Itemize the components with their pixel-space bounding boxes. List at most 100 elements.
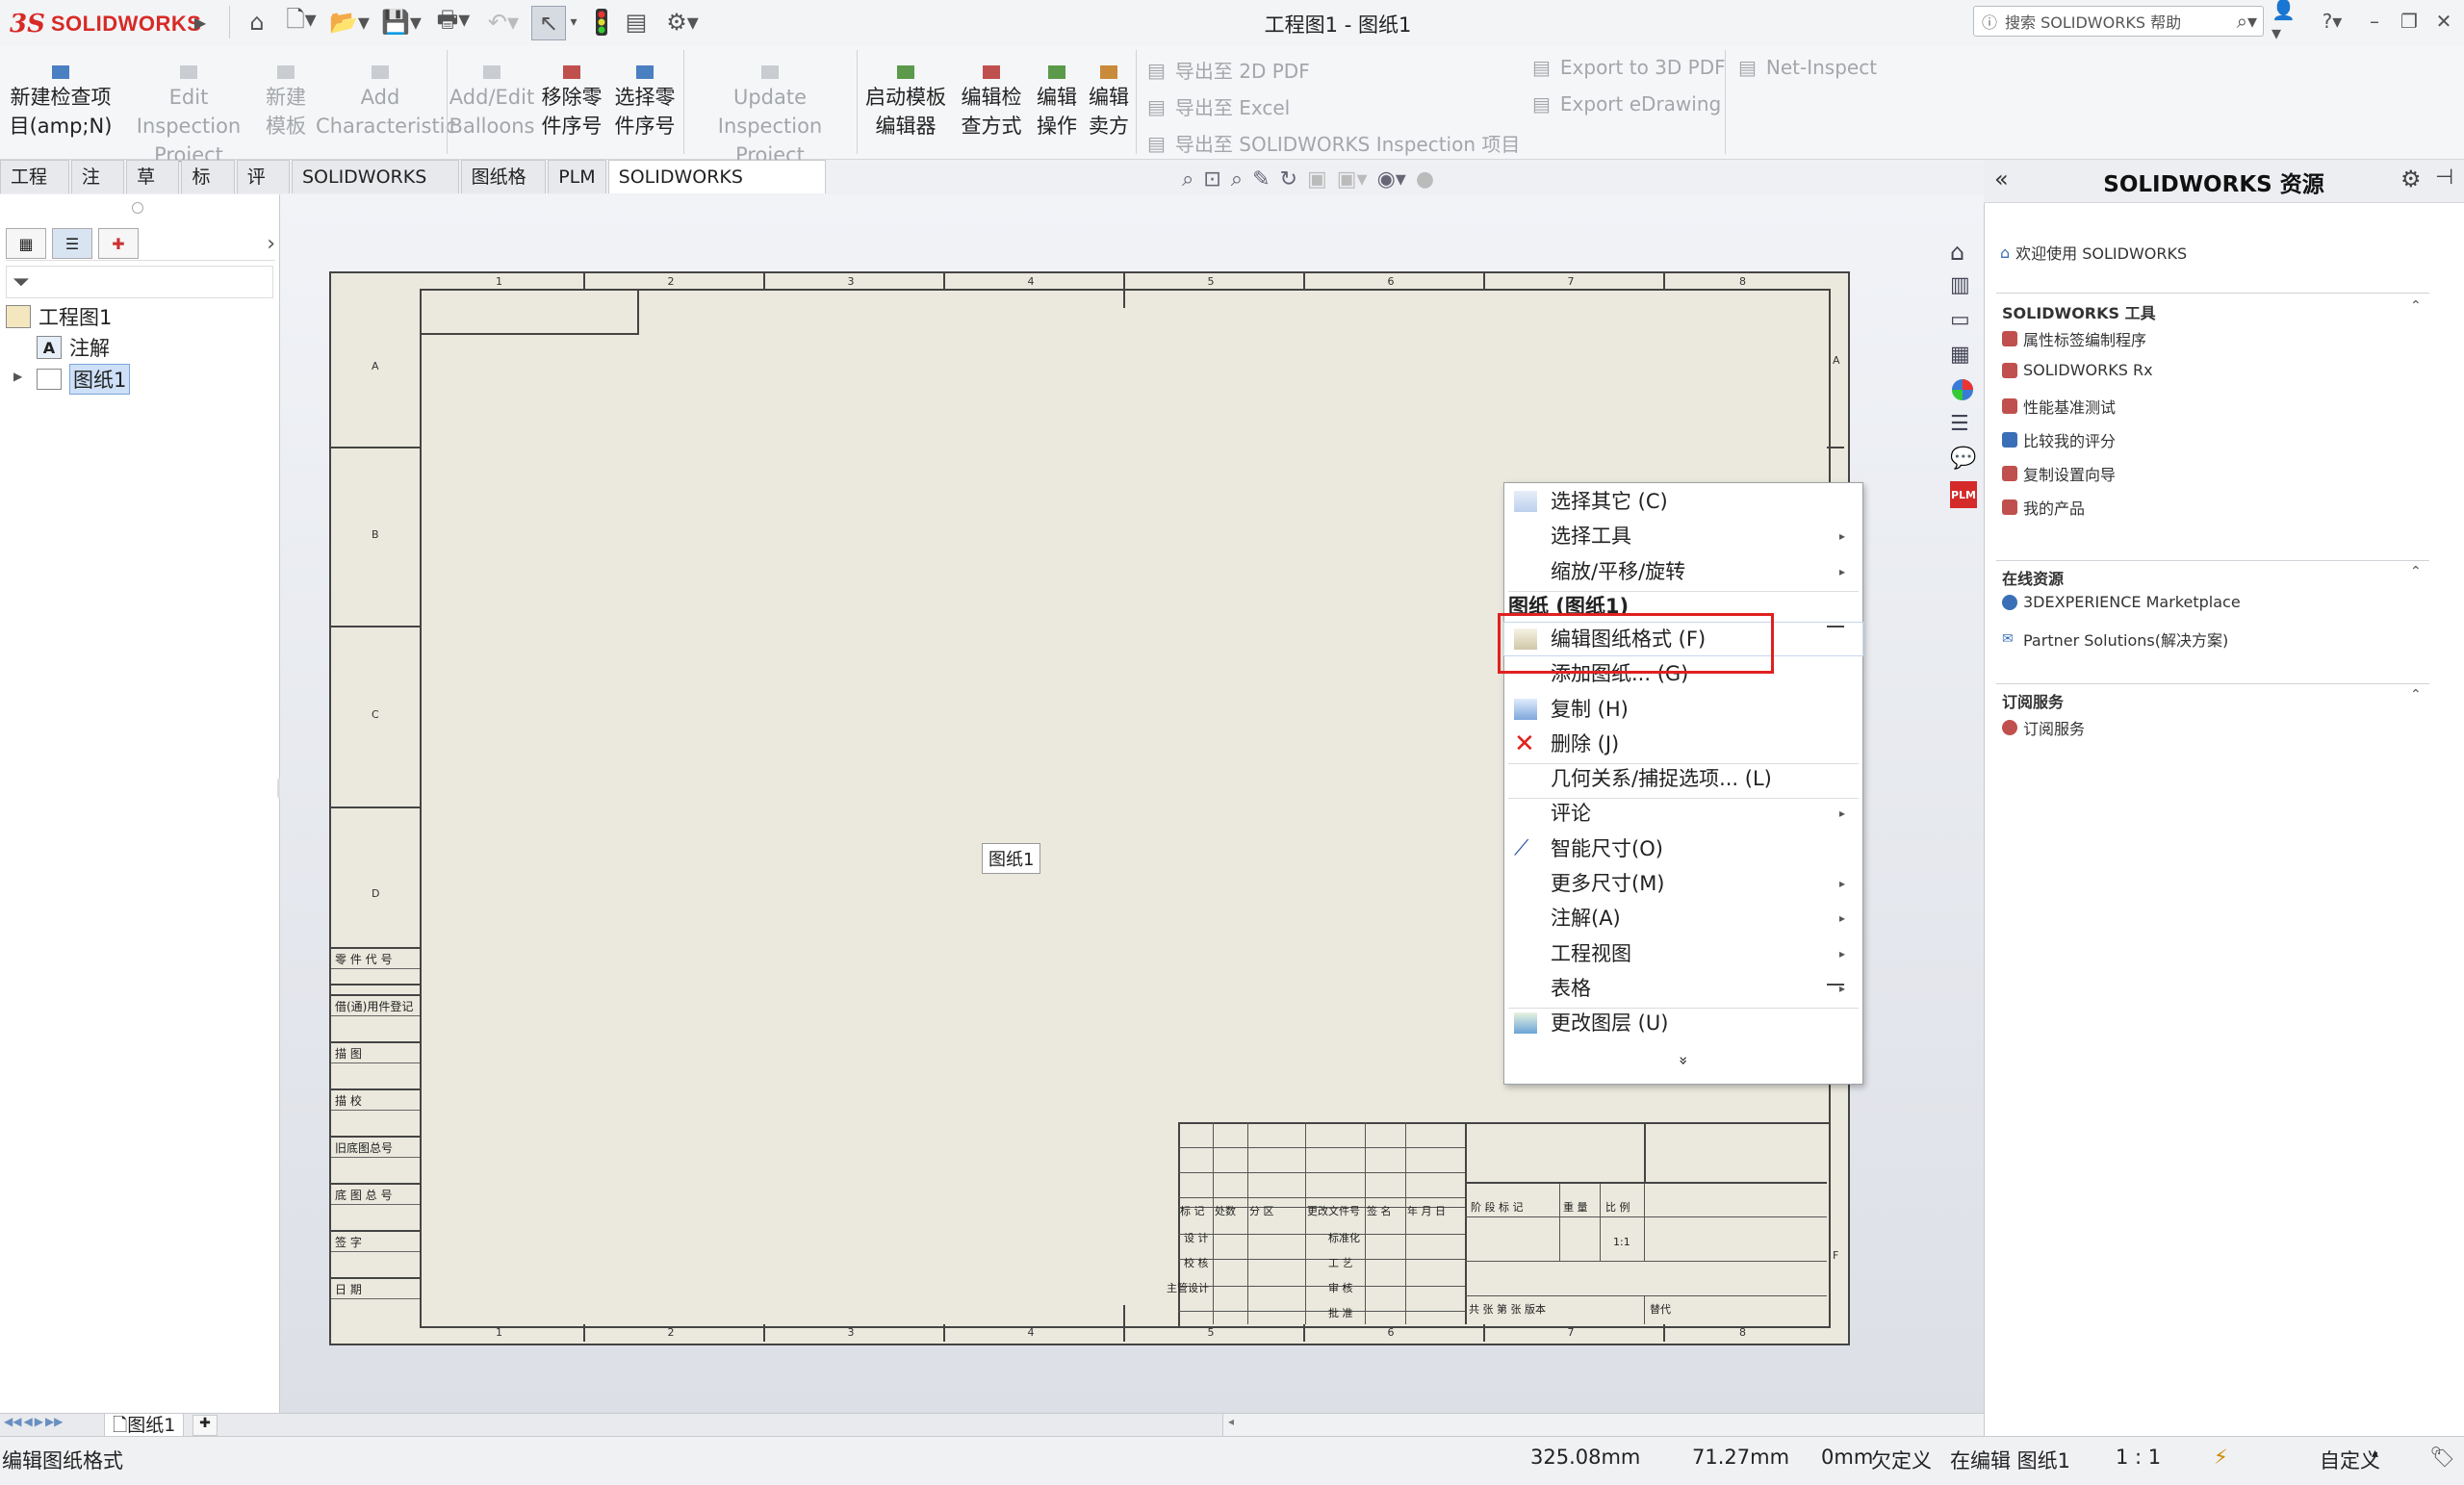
show-more-chevron-icon[interactable]: » — [1667, 1044, 1700, 1077]
welcome-link[interactable]: ⌂ 欢迎使用 SOLIDWORKS — [2000, 241, 2187, 264]
update-inspection-project-button[interactable]: Update Inspection Project — [685, 65, 855, 169]
select-arrow-icon[interactable]: ↖ — [531, 6, 566, 40]
new-inspection-project-button[interactable]: 新建检查项 目(amp;N) — [4, 65, 117, 141]
new-document-icon[interactable]: 🗋▾ — [279, 6, 323, 38]
resource-tool-link[interactable]: 复制设置向导 — [2002, 462, 2116, 485]
prev-sheet-icon[interactable]: ◀ — [23, 1415, 32, 1428]
menu-item[interactable]: 注解(A) ▸ — [1504, 902, 1862, 935]
sheet-tab-sheet1[interactable]: 🗋图纸1 — [104, 1413, 185, 1438]
export-edrawing-button[interactable]: ▤ Export eDrawing — [1532, 92, 1721, 115]
file-properties-icon[interactable]: ▤ — [622, 6, 651, 38]
export-excel-button[interactable]: ▤ 导出至 Excel — [1147, 92, 1290, 120]
pin-icon[interactable]: ⊣ — [2435, 166, 2453, 190]
settings-gear-icon[interactable]: ⚙ — [2400, 166, 2422, 192]
tab-evaluate[interactable]: 评估 — [236, 160, 290, 220]
section-view-icon[interactable]: ✎ — [1252, 167, 1270, 196]
tree-expand-arrow-icon[interactable]: ▶ — [13, 370, 22, 383]
minimize-icon[interactable]: – — [2358, 6, 2391, 37]
resource-tool-link[interactable]: SOLIDWORKS Rx — [2002, 361, 2153, 379]
edit-inspection-method-button[interactable]: 编辑检 查方式 — [953, 65, 1030, 141]
menu-expand-arrow-icon[interactable]: ▶ — [191, 6, 210, 38]
menu-item[interactable]: 缩放/平移/旋转 ▸ — [1504, 555, 1862, 588]
design-library-icon[interactable]: ▥ — [1950, 273, 1977, 300]
menu-item[interactable]: 工程视图 ▸ — [1504, 937, 1862, 970]
tag-icon[interactable]: 🏷 — [2429, 1446, 2455, 1470]
edit-operation-button[interactable]: 编辑 操作 — [1032, 65, 1082, 141]
menu-item[interactable]: 选择工具 ▸ — [1504, 520, 1862, 552]
property-manager-tab-icon[interactable]: ☰ — [52, 228, 92, 259]
resource-link-marketplace[interactable]: 3DEXPERIENCE Marketplace — [2002, 593, 2241, 611]
collapse-chevron-up-icon[interactable]: ⌃ — [2410, 298, 2422, 314]
help-icon[interactable]: ?▾ — [2312, 6, 2352, 37]
zoom-to-fit-icon[interactable]: ⌕ — [1182, 167, 1194, 196]
new-template-button[interactable]: 新建 模板 — [260, 65, 312, 141]
next-sheet-icon[interactable]: ▶ — [35, 1415, 43, 1428]
tree-item-annotations[interactable]: A 注解 — [37, 333, 110, 362]
template-editor-button[interactable]: 启动模板 编辑器 — [860, 65, 951, 141]
home-icon[interactable]: ⌂ — [241, 6, 273, 38]
tab-annotation[interactable]: 注解 — [70, 160, 125, 220]
file-explorer-icon[interactable]: ▭ — [1950, 308, 1977, 335]
tree-filter-box[interactable]: ⏷ — [6, 266, 273, 298]
add-edit-balloons-button[interactable]: Add/Edit Balloons — [449, 65, 535, 141]
feature-tree-tab-icon[interactable]: ▦ — [6, 228, 46, 259]
collapse-pane-icon[interactable]: « — [1994, 166, 2009, 192]
print-icon[interactable]: 🖶▾ — [429, 6, 477, 38]
plm-icon[interactable]: PLM — [1950, 481, 1977, 508]
save-icon[interactable]: 💾▾ — [377, 6, 425, 38]
tab-plm[interactable]: PLM — [548, 160, 606, 193]
remove-part-number-button[interactable]: 移除零 件序号 — [535, 65, 608, 141]
export-3d-pdf-button[interactable]: ▤ Export to 3D PDF — [1532, 56, 1726, 79]
collapse-chevron-up-icon[interactable]: ⌃ — [2410, 687, 2422, 703]
resource-link-subscription[interactable]: 订阅服务 — [2002, 716, 2085, 739]
tree-item-root[interactable]: 工程图1 — [6, 302, 112, 331]
undo-icon[interactable]: ↶▾ — [481, 6, 526, 38]
solidworks-logo[interactable]: 3S SOLIDWORKS — [10, 8, 201, 40]
edit-inspection-project-button[interactable]: Edit Inspection Project — [119, 65, 258, 169]
tab-sheet-format[interactable]: 图纸格式 — [460, 160, 547, 220]
home-icon[interactable]: ⌂ — [1950, 239, 1977, 266]
open-folder-icon[interactable]: 📂▾ — [325, 6, 373, 38]
select-part-number-button[interactable]: 选择零 件序号 — [608, 65, 681, 141]
user-account-icon[interactable]: 👤▾ — [2272, 0, 2304, 44]
select-dropdown-icon[interactable]: ▾ — [566, 6, 581, 38]
scroll-left-arrow-icon[interactable]: ◂ — [1228, 1415, 1234, 1428]
resource-link-partners[interactable]: ✉ Partner Solutions(解决方案) — [2002, 627, 2228, 651]
add-characteristic-button[interactable]: Add Characteristic — [316, 65, 456, 141]
export-sw-inspection-button[interactable]: ▤ 导出至 SOLIDWORKS Inspection 项目 — [1147, 129, 1520, 157]
menu-item[interactable]: 选择其它 (C) — [1504, 485, 1862, 518]
menu-item[interactable]: 几何关系/捕捉选项... (L) — [1504, 762, 1862, 795]
menu-item[interactable]: 表格 ▸ — [1504, 972, 1862, 1005]
resource-tool-link[interactable]: 我的产品 — [2002, 496, 2085, 519]
first-sheet-icon[interactable]: ◀◀ — [4, 1415, 21, 1428]
view-orientation-icon[interactable]: ▣ — [1307, 167, 1327, 196]
rotate-icon[interactable]: ↻ — [1280, 167, 1297, 196]
last-sheet-icon[interactable]: ▶▶ — [45, 1415, 63, 1428]
custom-properties-icon[interactable]: ☰ — [1950, 412, 1977, 439]
resource-tool-link[interactable]: 比较我的评分 — [2002, 428, 2116, 451]
restore-icon[interactable]: ❐ — [2393, 6, 2426, 37]
inspection-tab-icon[interactable]: ✚ — [98, 228, 139, 259]
rebuild-warning-icon[interactable]: ⚡ — [2214, 1446, 2228, 1469]
tab-sw-inspection[interactable]: SOLIDWORKS Inspection — [607, 160, 826, 220]
export-2d-pdf-button[interactable]: ▤ 导出至 2D PDF — [1147, 56, 1310, 84]
menu-item[interactable]: 更改图层 (U) — [1504, 1007, 1862, 1039]
pane-grip-icon[interactable] — [132, 202, 143, 214]
menu-item[interactable]: 删除 (J) ✕ — [1504, 728, 1862, 760]
close-icon[interactable]: ✕ — [2427, 6, 2460, 37]
tab-addins[interactable]: SOLIDWORKS 插件 — [291, 160, 459, 220]
menu-item[interactable]: 评论 ▸ — [1504, 797, 1862, 830]
hide-show-icon[interactable]: ◉▾ — [1377, 167, 1406, 196]
tab-sketch[interactable]: 草图 — [126, 160, 180, 220]
chevron-right-icon[interactable]: › — [267, 232, 275, 256]
display-style-icon[interactable]: ▣▾ — [1337, 167, 1368, 196]
search-icon[interactable]: ⌕▾ — [2237, 10, 2257, 33]
menu-item[interactable]: 复制 (H) — [1504, 693, 1862, 726]
previous-view-icon[interactable]: ⌕ — [1231, 167, 1243, 196]
zoom-to-area-icon[interactable]: ⊡ — [1203, 167, 1220, 196]
tab-drawing[interactable]: 工程图 — [0, 160, 69, 220]
edit-vendor-button[interactable]: 编辑 卖方 — [1084, 65, 1134, 141]
appearance-icon[interactable]: ● — [1416, 167, 1434, 196]
resource-tool-link[interactable]: 性能基准测试 — [2002, 395, 2116, 418]
view-palette-icon[interactable]: ▦ — [1950, 343, 1977, 370]
